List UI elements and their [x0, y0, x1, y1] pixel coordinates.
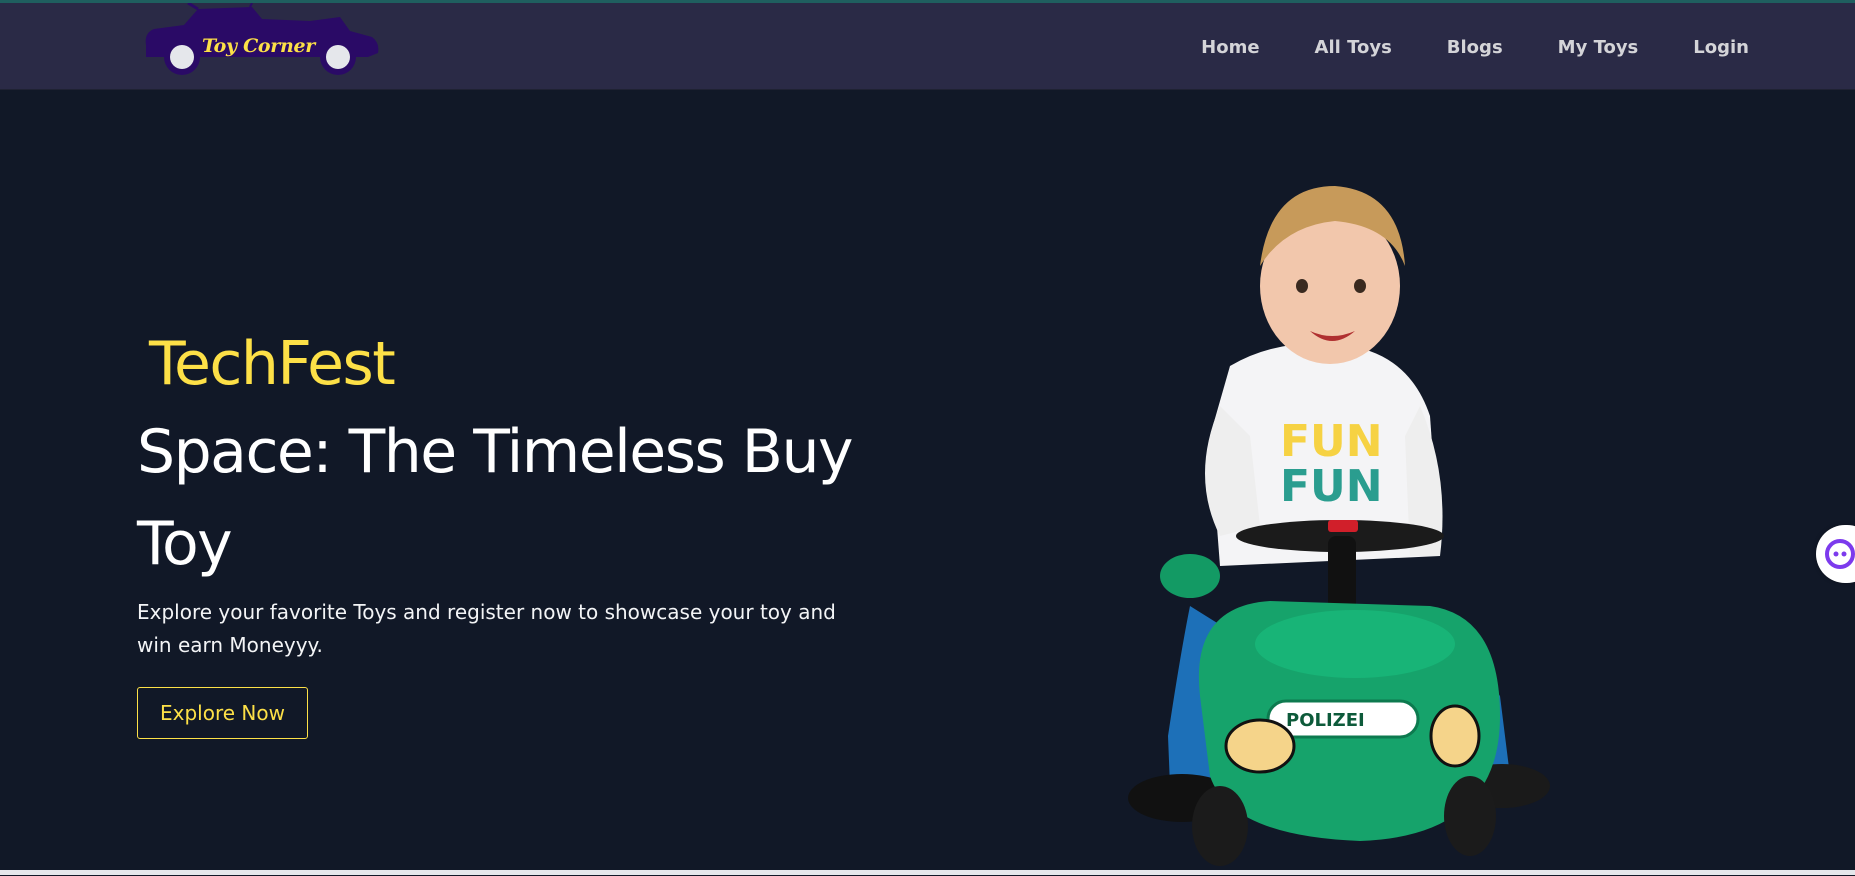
logo-text: Toy Corner: [202, 35, 316, 57]
svg-text:FUN: FUN: [1280, 461, 1383, 512]
explore-now-button[interactable]: Explore Now: [137, 687, 308, 739]
nav-login[interactable]: Login: [1693, 37, 1749, 58]
nav-home[interactable]: Home: [1201, 37, 1259, 58]
navbar: Toy Corner Home All Toys Blogs My Toys L…: [0, 1, 1855, 90]
logo[interactable]: Toy Corner: [140, 1, 390, 75]
child-on-toy-car-image: FUN FUN POLIZEI: [1128, 186, 1550, 866]
nav-blogs[interactable]: Blogs: [1447, 37, 1503, 58]
main-nav: Home All Toys Blogs My Toys Login: [1201, 37, 1749, 58]
nav-my-toys[interactable]: My Toys: [1558, 37, 1639, 58]
assistant-icon: [1825, 539, 1855, 569]
hero-description: Explore your favorite Toys and register …: [137, 600, 836, 657]
svg-text:FUN: FUN: [1280, 416, 1383, 467]
hero-title-line-2: Toy: [137, 509, 233, 579]
hero-text-block: TechFest Space: The Timeless Buy Toy Exp…: [137, 322, 897, 739]
chat-widget-button[interactable]: [1816, 525, 1855, 583]
nav-all-toys[interactable]: All Toys: [1315, 37, 1392, 58]
hero-kicker: TechFest: [149, 329, 396, 399]
svg-text:POLIZEI: POLIZEI: [1286, 710, 1365, 731]
hero-section: TechFest Space: The Timeless Buy Toy Exp…: [0, 91, 1855, 875]
hero-title-line-1: Space: The Timeless Buy: [137, 417, 854, 487]
page-bottom-edge: [0, 870, 1855, 875]
